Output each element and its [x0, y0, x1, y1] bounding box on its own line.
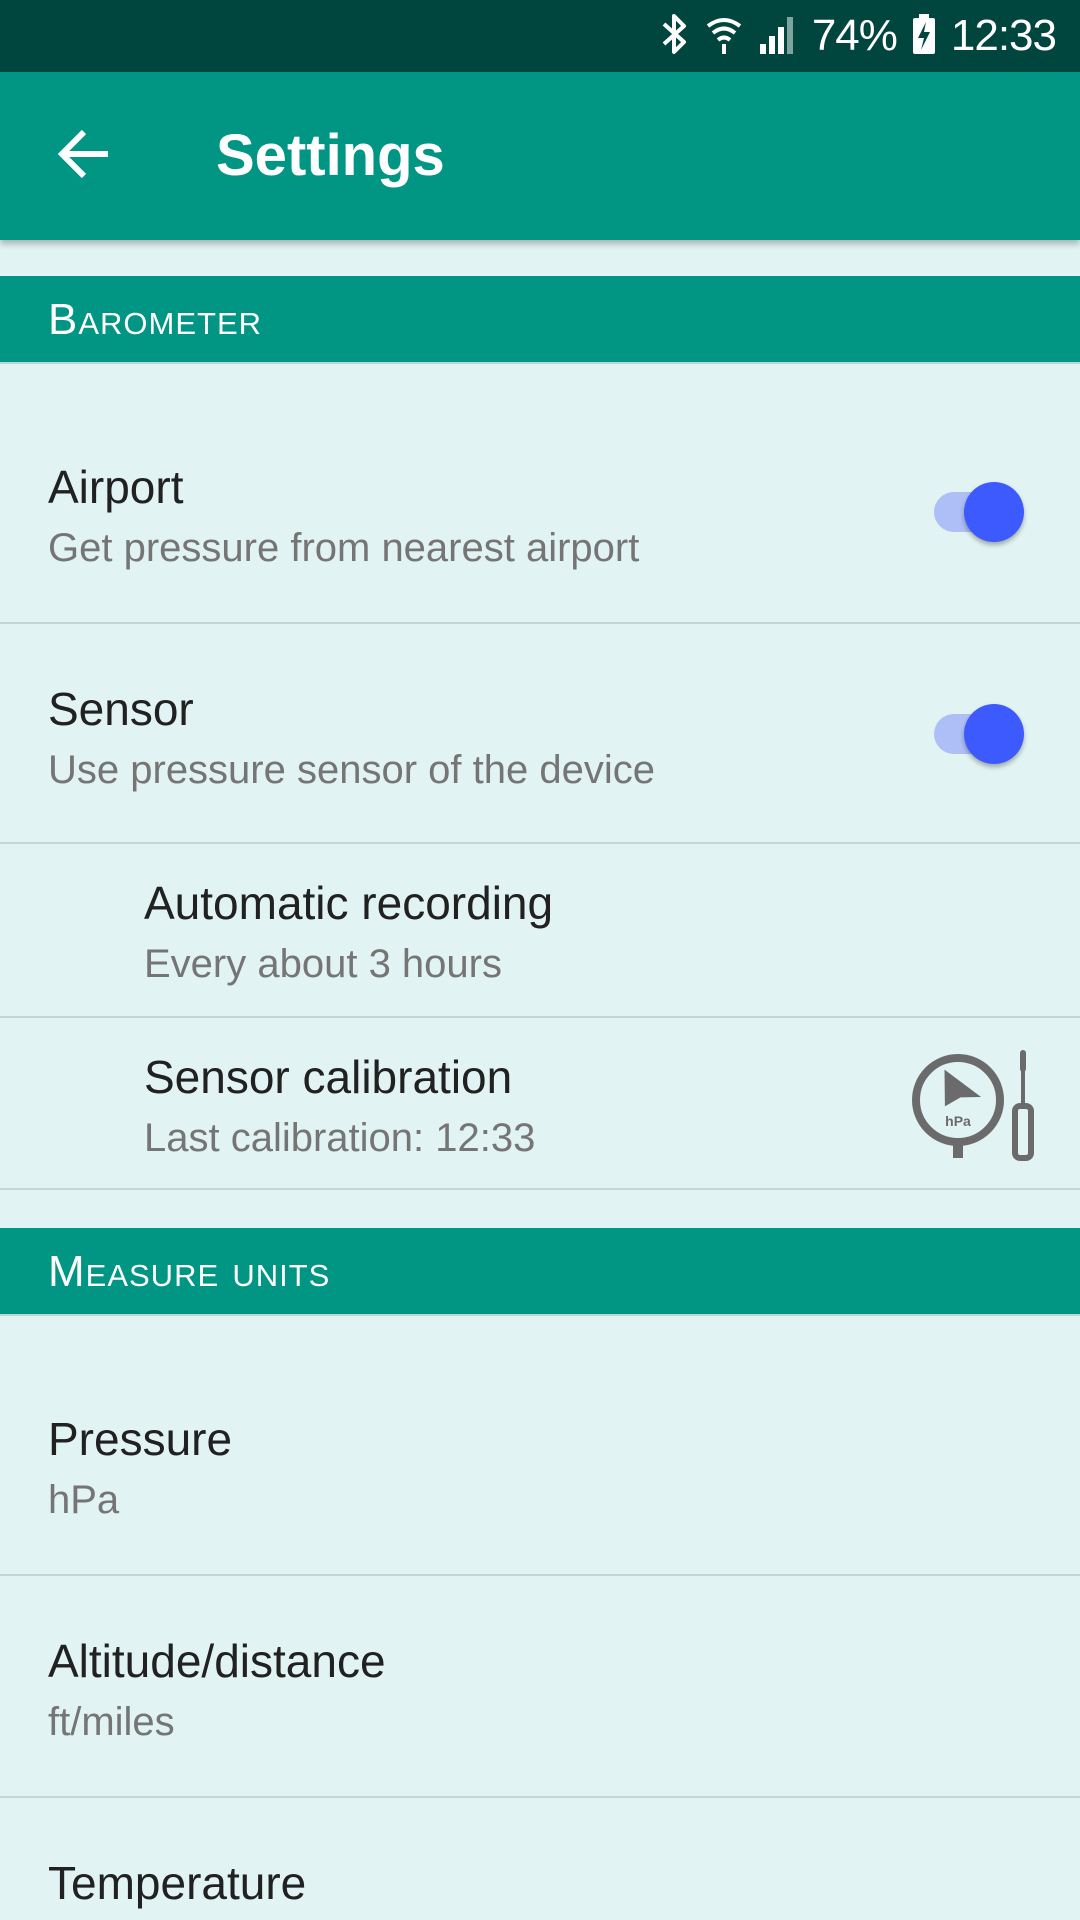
signal-icon	[758, 12, 798, 61]
pref-temperature[interactable]: Temperature	[0, 1798, 1080, 1920]
pref-automatic-recording-summary: Every about 3 hours	[144, 942, 502, 986]
pref-airport-summary: Get pressure from nearest airport	[48, 526, 640, 570]
barometer-calibration-icon: hPa	[910, 1048, 1040, 1168]
status-bar: 74% 12:33	[0, 0, 1080, 72]
pref-automatic-recording[interactable]: Automatic recording Every about 3 hours	[0, 844, 1080, 1018]
pref-altitude-summary: ft/miles	[48, 1700, 175, 1744]
pref-airport-title: Airport	[48, 461, 184, 513]
pref-automatic-recording-title: Automatic recording	[144, 877, 554, 929]
pref-temperature-title: Temperature	[48, 1857, 307, 1909]
pref-sensor-summary: Use pressure sensor of the device	[48, 748, 655, 792]
section-header-measure-units: Measure units	[0, 1228, 1080, 1316]
battery-charging-icon	[911, 12, 937, 61]
pref-sensor-calibration-title: Sensor calibration	[144, 1051, 513, 1103]
pref-airport[interactable]: Airport Get pressure from nearest airpor…	[0, 366, 1080, 624]
section-header-barometer: Barometer	[0, 276, 1080, 364]
pref-sensor-calibration[interactable]: Sensor calibration Last calibration: 12:…	[0, 1018, 1080, 1190]
sensor-switch[interactable]	[928, 692, 1024, 764]
switch-thumb	[964, 704, 1024, 764]
battery-percent: 74%	[811, 11, 898, 60]
pref-sensor-calibration-summary: Last calibration: 12:33	[144, 1116, 536, 1160]
pref-pressure-summary: hPa	[48, 1478, 120, 1522]
switch-thumb	[964, 482, 1024, 542]
pref-sensor[interactable]: Sensor Use pressure sensor of the device	[0, 624, 1080, 844]
app-bar: Settings	[0, 72, 1080, 240]
airport-switch[interactable]	[928, 470, 1024, 542]
page-title: Settings	[216, 123, 445, 188]
wifi-icon	[704, 12, 744, 61]
arrow-back-icon	[56, 126, 112, 187]
status-icons: 74% 12:33	[660, 0, 1057, 72]
clock: 12:33	[950, 11, 1057, 60]
pref-pressure-title: Pressure	[48, 1413, 233, 1465]
pref-altitude-title: Altitude/distance	[48, 1635, 386, 1687]
bluetooth-icon	[660, 12, 690, 61]
settings-list[interactable]: Barometer Airport Get pressure from near…	[0, 240, 1080, 1920]
calibration-icon-unit: hPa	[945, 1113, 971, 1129]
pref-pressure[interactable]: Pressure hPa	[0, 1318, 1080, 1576]
pref-sensor-title: Sensor	[48, 683, 194, 735]
back-button[interactable]	[36, 108, 132, 204]
pref-altitude[interactable]: Altitude/distance ft/miles	[0, 1576, 1080, 1798]
